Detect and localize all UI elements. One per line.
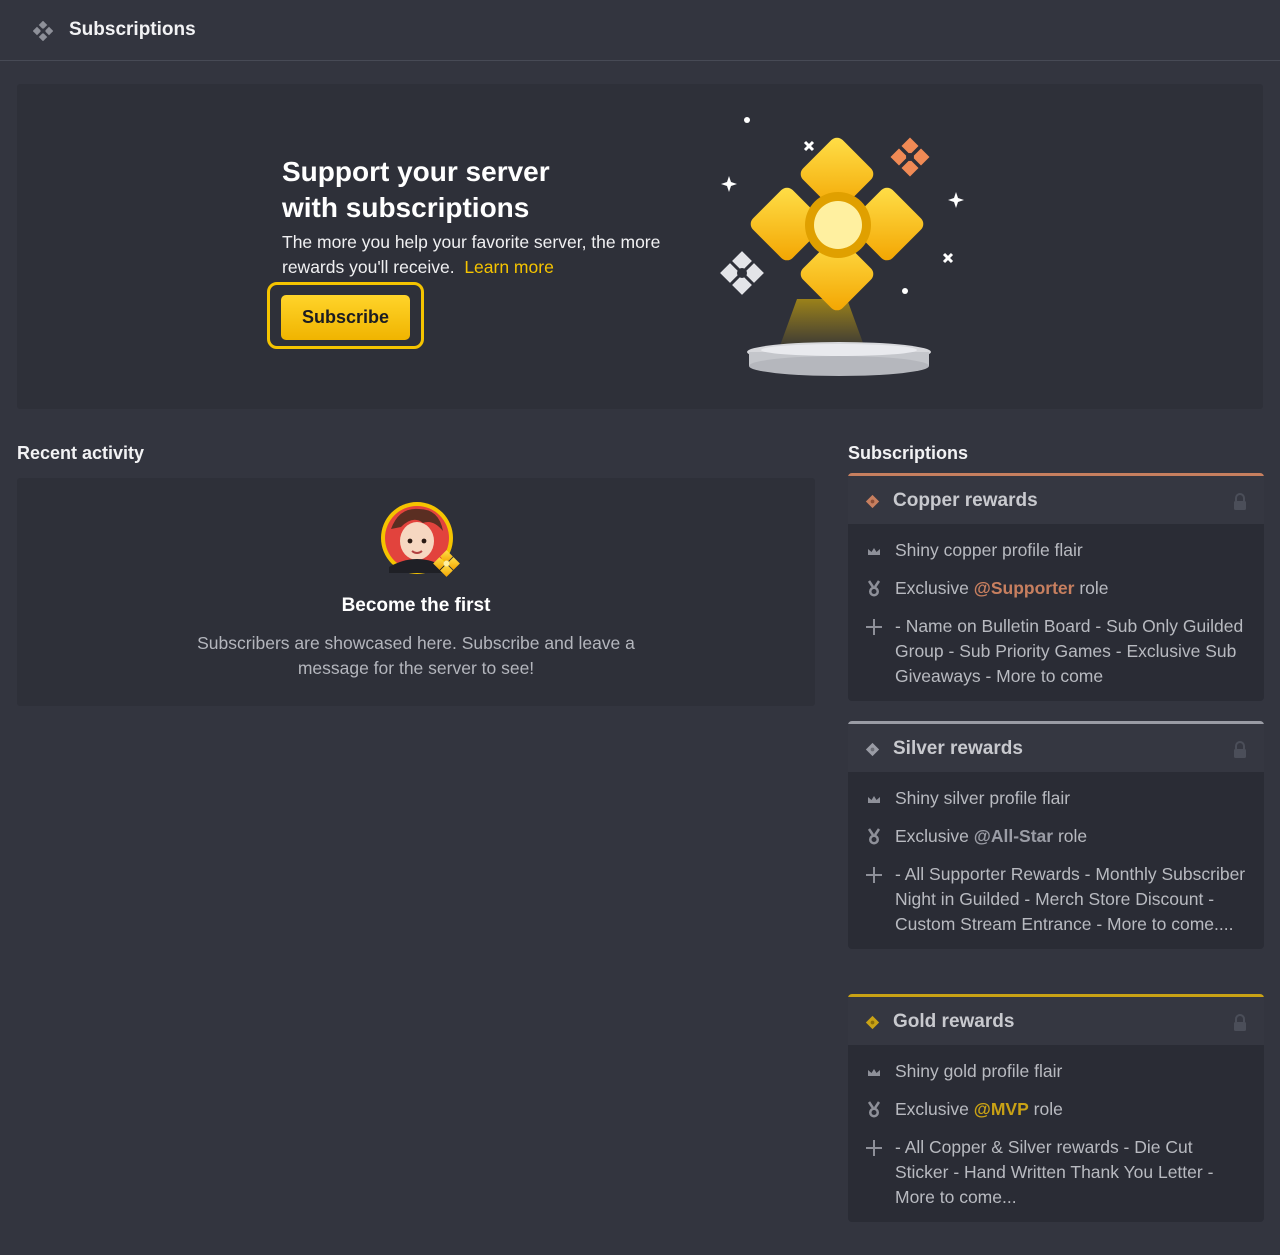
avatar — [381, 502, 460, 577]
role-name: @All-Star — [973, 826, 1054, 846]
hero-headline: Support your server with subscriptions — [282, 154, 662, 226]
tier-name: Copper rewards — [893, 490, 1038, 511]
medal-icon — [867, 828, 881, 845]
role-suffix: role — [1028, 1099, 1063, 1119]
tier-card-gold[interactable]: Gold rewards Shiny gold profile flair Ex… — [848, 994, 1264, 1222]
role-suffix: role — [1074, 578, 1109, 598]
tier-header[interactable]: Copper rewards — [848, 473, 1264, 524]
lock-icon — [1234, 1014, 1246, 1031]
benefit-role: Exclusive @Supporter role — [848, 576, 1264, 601]
tier-name: Gold rewards — [893, 1011, 1015, 1032]
medal-icon — [867, 580, 881, 597]
benefit-extras: - All Copper & Silver rewards - Die Cut … — [848, 1135, 1264, 1210]
subscriptions-label: Subscriptions — [848, 443, 969, 463]
role-name: @MVP — [973, 1099, 1029, 1119]
lock-icon — [1234, 741, 1246, 758]
lock-icon — [1234, 493, 1246, 510]
tier-benefits-list: Shiny gold profile flair Exclusive @MVP … — [848, 1045, 1264, 1222]
hero-headline-line1: Support your server — [282, 156, 550, 187]
benefit-flair: Shiny gold profile flair — [848, 1059, 1264, 1084]
hero-description: The more you help your favorite server, … — [282, 230, 662, 280]
tier-benefits-list: Shiny silver profile flair Exclusive @Al… — [848, 772, 1264, 949]
become-first-heading: Become the first — [341, 595, 491, 616]
page-title: Subscriptions — [69, 19, 196, 40]
crown-icon — [868, 548, 880, 555]
hero-headline-line2: with subscriptions — [282, 192, 530, 223]
top-bar: Subscriptions — [0, 0, 1280, 61]
benefit-extras: - All Supporter Rewards - Monthly Subscr… — [848, 862, 1264, 937]
benefit-flair: Shiny silver profile flair — [848, 786, 1264, 811]
gold-gem-pedestal-illustration — [720, 117, 964, 376]
tier-header[interactable]: Silver rewards — [848, 721, 1264, 772]
plus-icon — [866, 867, 882, 883]
silver-gem-icon — [865, 742, 880, 757]
become-first-message: Subscribers are showcased here. Subscrib… — [17, 631, 815, 681]
benefit-extras-text: - All Supporter Rewards - Monthly Subscr… — [895, 864, 1246, 934]
subscribe-button[interactable]: Subscribe — [281, 295, 410, 340]
tier-name: Silver rewards — [893, 738, 1023, 759]
role-prefix: Exclusive — [895, 578, 974, 598]
benefit-extras-text: - All Copper & Silver rewards - Die Cut … — [895, 1137, 1214, 1207]
subscriptions-gem-icon — [33, 21, 53, 41]
tier-benefits-list: Shiny copper profile flair Exclusive @Su… — [848, 524, 1264, 701]
plus-icon — [866, 1140, 882, 1156]
plus-icon — [866, 619, 882, 635]
benefit-flair-text: Shiny copper profile flair — [895, 540, 1083, 560]
become-first-message-text: Subscribers are showcased here. Subscrib… — [197, 633, 635, 678]
benefit-role: Exclusive @All-Star role — [848, 824, 1264, 849]
crown-icon — [868, 796, 880, 803]
copper-gem-icon — [865, 494, 880, 509]
recent-activity-panel: Become the first Subscribers are showcas… — [17, 478, 815, 706]
recent-activity-label: Recent activity — [17, 443, 145, 463]
benefit-flair-text: Shiny gold profile flair — [895, 1061, 1063, 1081]
role-prefix: Exclusive — [895, 1099, 974, 1119]
benefit-extras: - Name on Bulletin Board - Sub Only Guil… — [848, 614, 1264, 689]
benefit-flair: Shiny copper profile flair — [848, 538, 1264, 563]
role-prefix: Exclusive — [895, 826, 974, 846]
crown-icon — [868, 1069, 880, 1076]
benefit-flair-text: Shiny silver profile flair — [895, 788, 1071, 808]
role-suffix: role — [1053, 826, 1088, 846]
tier-card-silver[interactable]: Silver rewards Shiny silver profile flai… — [848, 721, 1264, 949]
gold-gem-icon — [865, 1015, 880, 1030]
medal-icon — [867, 1101, 881, 1118]
subscribe-hero: Support your server with subscriptions T… — [17, 84, 1263, 409]
role-name: @Supporter — [973, 578, 1075, 598]
tier-header[interactable]: Gold rewards — [848, 994, 1264, 1045]
benefit-extras-text: - Name on Bulletin Board - Sub Only Guil… — [895, 616, 1244, 686]
tier-card-copper[interactable]: Copper rewards Shiny copper profile flai… — [848, 473, 1264, 701]
benefit-role: Exclusive @MVP role — [848, 1097, 1264, 1122]
learn-more-link[interactable]: Learn more — [464, 257, 554, 277]
